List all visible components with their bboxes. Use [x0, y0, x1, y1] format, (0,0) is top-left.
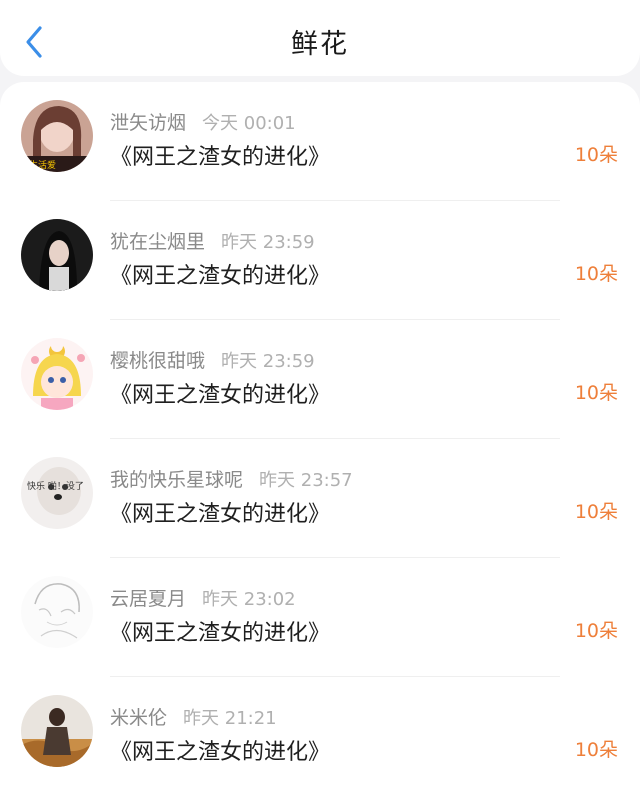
list-item[interactable]: 犹在尘烟里 昨天 23:59 《网王之渣女的进化》 10朵 — [0, 201, 640, 320]
timestamp: 昨天 23:57 — [259, 470, 353, 491]
flower-count: 10朵 — [574, 144, 618, 166]
user-name: 樱桃很甜哦 昨天 23:59 — [110, 350, 315, 372]
book-title[interactable]: 《网王之渣女的进化》 — [110, 377, 330, 409]
avatar-caption: 生活爱 — [29, 159, 56, 171]
avatar[interactable]: 生活爱 — [21, 100, 93, 172]
book-title[interactable]: 《网王之渣女的进化》 — [110, 615, 330, 647]
flower-count: 10朵 — [574, 501, 618, 523]
header-bar: 鲜花 — [0, 0, 640, 76]
timestamp: 昨天 21:21 — [183, 708, 277, 729]
flower-count: 10朵 — [574, 263, 618, 285]
flower-count: 10朵 — [574, 739, 618, 761]
list-item[interactable]: 樱桃很甜哦 昨天 23:59 《网王之渣女的进化》 10朵 — [0, 320, 640, 439]
book-title[interactable]: 《网王之渣女的进化》 — [110, 258, 330, 290]
list-item[interactable]: 云居夏月 昨天 23:02 《网王之渣女的进化》 10朵 — [0, 558, 640, 677]
timestamp: 昨天 23:02 — [202, 589, 296, 610]
timestamp: 今天 00:01 — [202, 113, 296, 134]
list-item[interactable]: 米米伦 昨天 21:21 《网王之渣女的进化》 10朵 — [0, 677, 640, 796]
avatar[interactable] — [21, 576, 93, 648]
list-item[interactable]: 快乐 啪！没了 我的快乐星球呢 昨天 23:57 《网王之渣女的进化》 10朵 — [0, 439, 640, 558]
flower-list: 生活爱 泄矢访烟 今天 00:01 《网王之渣女的进化》 10朵 犹在尘烟里 昨天 … — [0, 82, 640, 802]
flower-count: 10朵 — [574, 620, 618, 642]
book-title[interactable]: 《网王之渣女的进化》 — [110, 139, 330, 171]
user-name: 犹在尘烟里 昨天 23:59 — [110, 231, 315, 253]
avatar-caption: 快乐 啪！没了 — [27, 480, 84, 492]
book-title[interactable]: 《网王之渣女的进化》 — [110, 734, 330, 766]
user-name: 米米伦 昨天 21:21 — [110, 707, 277, 729]
user-name: 云居夏月 昨天 23:02 — [110, 588, 296, 610]
avatar[interactable] — [21, 219, 93, 291]
list-item[interactable]: 生活爱 泄矢访烟 今天 00:01 《网王之渣女的进化》 10朵 — [0, 82, 640, 201]
flower-count: 10朵 — [574, 382, 618, 404]
avatar[interactable] — [21, 338, 93, 410]
avatar[interactable] — [21, 695, 93, 767]
avatar[interactable]: 快乐 啪！没了 — [21, 457, 93, 529]
timestamp: 昨天 23:59 — [221, 351, 315, 372]
book-title[interactable]: 《网王之渣女的进化》 — [110, 496, 330, 528]
user-name: 我的快乐星球呢 昨天 23:57 — [110, 469, 353, 491]
user-name: 泄矢访烟 今天 00:01 — [110, 112, 296, 134]
page-title: 鲜花 — [291, 29, 349, 60]
timestamp: 昨天 23:59 — [221, 232, 315, 253]
